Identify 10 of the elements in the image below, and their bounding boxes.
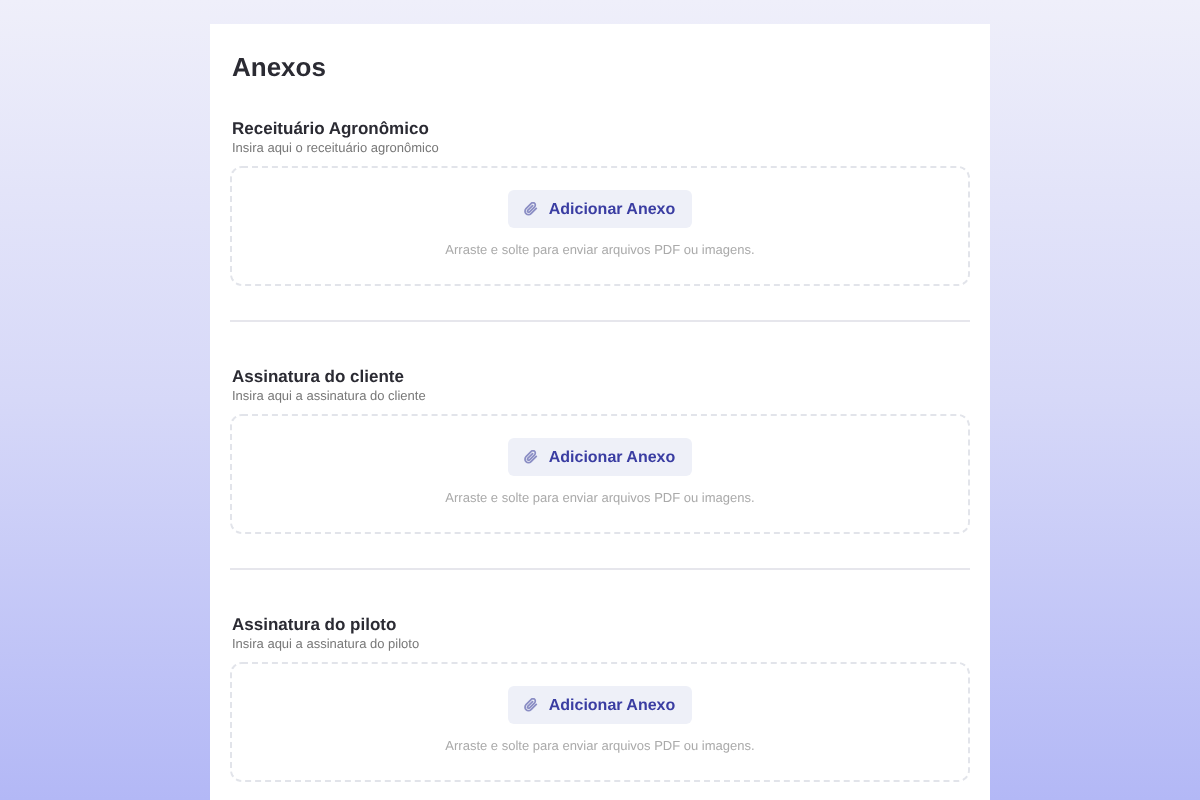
paperclip-icon <box>524 698 539 712</box>
add-attachment-button[interactable]: Adicionar Anexo <box>508 438 692 476</box>
field-label: Assinatura do piloto <box>232 614 399 634</box>
field-label: Assinatura do cliente <box>232 366 406 386</box>
section-title: Anexos <box>232 52 328 82</box>
paperclip-icon <box>524 202 539 216</box>
paperclip-icon <box>524 450 539 464</box>
add-attachment-button[interactable]: Adicionar Anexo <box>508 686 692 724</box>
add-attachment-button[interactable]: Adicionar Anexo <box>508 190 692 228</box>
field-label: Receituário Agronômico <box>232 118 431 138</box>
